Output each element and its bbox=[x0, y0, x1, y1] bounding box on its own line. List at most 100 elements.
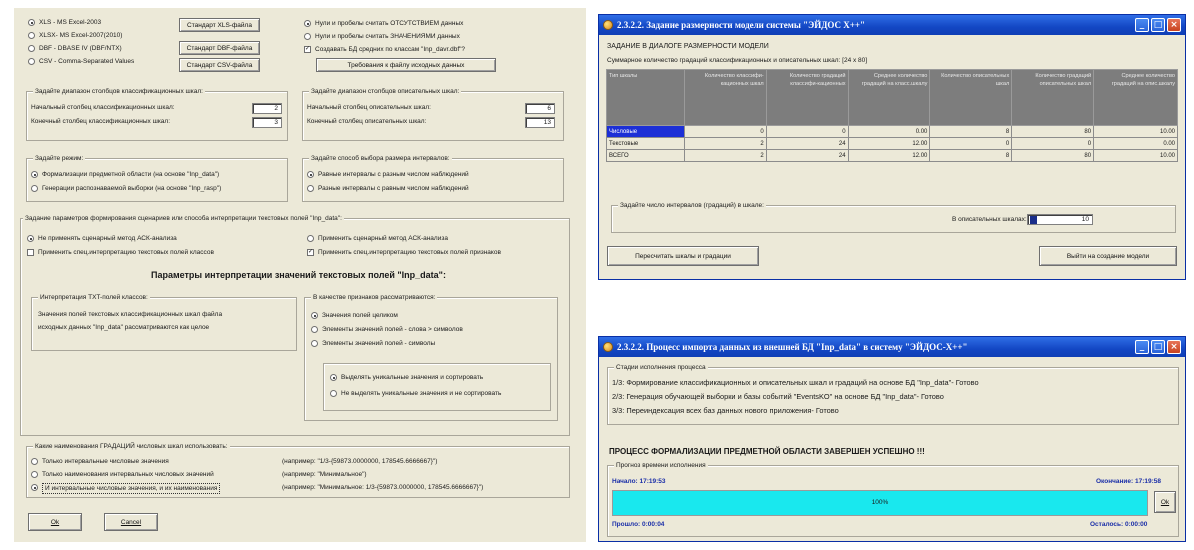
minimize-icon[interactable]: _ bbox=[1135, 18, 1149, 32]
maximize-icon[interactable]: □ bbox=[1151, 340, 1165, 354]
table-cell: 24 bbox=[765, 149, 849, 162]
column-header: Тип шкалы bbox=[606, 69, 685, 126]
format-label: CSV - Comma-Separated Values bbox=[39, 58, 135, 65]
cancel-label: Cancel bbox=[120, 518, 142, 526]
dimension-heading: ЗАДАНИЕ В ДИАЛОГЕ РАЗМЕРНОСТИ МОДЕЛИ bbox=[607, 43, 769, 50]
stage-2: 2/3: Генерация обучающей выборки и базы … bbox=[612, 392, 944, 401]
process-titlebar: 2.3.2.2. Процесс импорта данных из внешн… bbox=[599, 337, 1185, 357]
table-header: Тип шкалы Количество классифи-кационных ш… bbox=[606, 69, 1178, 126]
attr-text-label: Применить спец.интерпретацию текстовых п… bbox=[318, 249, 501, 256]
requirements-button[interactable]: Требования к файлу исходных данных bbox=[316, 58, 496, 72]
cancel-button[interactable]: Cancel bbox=[104, 513, 158, 531]
attr-text-checkbox[interactable]: ✓ bbox=[307, 249, 314, 256]
table-cell: 8 bbox=[929, 149, 1013, 162]
uniq-sort-label: Выделять уникальные значения и сортирова… bbox=[341, 374, 484, 381]
null-values-radio[interactable] bbox=[304, 33, 311, 40]
gradations-group: Какие наименования ГРАДАЦИЙ числовых шка… bbox=[26, 442, 570, 498]
format-label: XLS - MS Excel-2003 bbox=[39, 19, 102, 26]
varied-intervals-radio[interactable] bbox=[307, 185, 314, 192]
mode-group: Задайте режим: Формализации предметной о… bbox=[26, 154, 288, 202]
intervals-input[interactable]: 10 bbox=[1027, 214, 1093, 225]
table-cell: 2 bbox=[683, 149, 767, 162]
gradations-title: Какие наименования ГРАДАЦИЙ числовых шка… bbox=[33, 442, 230, 451]
end-time: Окончание: 17:19:58 bbox=[1096, 478, 1162, 485]
class-start-label: Начальный столбец классификационных шкал… bbox=[31, 104, 175, 111]
equal-intervals-label: Равные интервалы с разным числом наблюде… bbox=[318, 171, 469, 178]
create-db-checkbox[interactable]: ✓ bbox=[304, 46, 311, 53]
table-cell: 0.00 bbox=[1093, 137, 1178, 150]
desc-range-group: Задайте диапазон столбцов описательных ш… bbox=[302, 87, 564, 141]
table-row[interactable]: Числовые 0 0 0.00 8 80 10.00 bbox=[606, 125, 1178, 138]
class-range-group: Задайте диапазон столбцов классификацион… bbox=[26, 87, 288, 141]
gradation-radio[interactable] bbox=[31, 458, 38, 465]
whole-values-label: Значения полей целиком bbox=[322, 312, 398, 319]
done-text: ПРОЦЕСС ФОРМАЛИЗАЦИИ ПРЕДМЕТНОЙ ОБЛАСТИ … bbox=[609, 447, 925, 456]
app-icon bbox=[603, 342, 613, 352]
elapsed-time: Прошло: 0:00:04 bbox=[612, 521, 665, 528]
xls-standard-button[interactable]: Стандарт XLS-файла bbox=[179, 18, 260, 32]
close-icon[interactable]: × bbox=[1167, 18, 1181, 32]
maximize-icon[interactable]: □ bbox=[1151, 18, 1165, 32]
scenario-radio[interactable] bbox=[307, 235, 314, 242]
desc-range-title: Задайте диапазон столбцов описательных ш… bbox=[309, 87, 462, 96]
csv-standard-button[interactable]: Стандарт CSV-файла bbox=[179, 58, 260, 72]
remaining-time: Осталось: 0:00:00 bbox=[1090, 521, 1148, 528]
gradation-radio[interactable] bbox=[31, 471, 38, 478]
interval-title: Задайте способ выбора размера интервалов… bbox=[309, 154, 452, 163]
class-start-input[interactable]: 2 bbox=[252, 103, 282, 114]
format-radio[interactable] bbox=[28, 19, 35, 26]
scenario-group: Задание параметров формирования сценарие… bbox=[20, 214, 570, 436]
table-cell: 80 bbox=[1011, 125, 1095, 138]
stage-1: 1/3: Формирование классификационных и оп… bbox=[612, 378, 979, 387]
gradation-radio[interactable] bbox=[31, 484, 38, 491]
table-cell: 24 bbox=[765, 137, 849, 150]
table-cell: 80 bbox=[1011, 149, 1095, 162]
symbols-radio[interactable] bbox=[311, 340, 318, 347]
close-icon[interactable]: × bbox=[1167, 340, 1181, 354]
dimension-subheading: Суммарное количество градаций классифика… bbox=[607, 57, 868, 64]
intervals-group: Задайте число интервалов (градаций) в шк… bbox=[611, 201, 1176, 233]
whole-values-radio[interactable] bbox=[311, 312, 318, 319]
exit-model-button[interactable]: Выйти на создание модели bbox=[1039, 246, 1177, 266]
forecast-title: Прогноз времени исполнения bbox=[614, 461, 708, 470]
no-scenario-radio[interactable] bbox=[27, 235, 34, 242]
uniq-sort-radio[interactable] bbox=[330, 374, 337, 381]
table-cell: 0 bbox=[1011, 137, 1095, 150]
format-radio[interactable] bbox=[28, 58, 35, 65]
gradation-label: Только интервальные числовые значения bbox=[42, 458, 169, 465]
null-absent-radio[interactable] bbox=[304, 20, 311, 27]
column-header: Количество описательных шкал bbox=[929, 69, 1013, 126]
desc-start-input[interactable]: 6 bbox=[525, 103, 555, 114]
class-end-input[interactable]: 3 bbox=[252, 117, 282, 128]
desc-start-label: Начальный столбец описательных шкал: bbox=[307, 104, 431, 111]
desc-end-label: Конечный столбец описательных шкал: bbox=[307, 118, 427, 125]
dbf-standard-button[interactable]: Стандарт DBF-файла bbox=[179, 41, 260, 55]
process-ok-button[interactable]: Ok bbox=[1154, 491, 1176, 513]
table-row[interactable]: Текстовые 2 24 12.00 0 0 0.00 bbox=[606, 137, 1178, 150]
forecast-group: Прогноз времени исполнения Начало: 17:19… bbox=[607, 461, 1179, 537]
dimension-titlebar: 2.3.2.2. Задание размерности модели сист… bbox=[599, 15, 1185, 35]
txt-class-title: Интерпретация TXT-полей классов: bbox=[38, 293, 150, 302]
table-row[interactable]: ВСЕГО 2 24 12.00 8 80 10.00 bbox=[606, 149, 1178, 162]
mode-formalization-radio[interactable] bbox=[31, 171, 38, 178]
table-cell: 10.00 bbox=[1093, 149, 1178, 162]
stages-group: Стадии исполнения процесса 1/3: Формиров… bbox=[607, 363, 1179, 425]
gradation-label: Только наименования интервальных числовы… bbox=[42, 471, 214, 478]
no-uniq-label: Не выделять уникальные значения и не сор… bbox=[341, 390, 502, 397]
no-uniq-radio[interactable] bbox=[330, 390, 337, 397]
uniq-box: Выделять уникальные значения и сортирова… bbox=[323, 363, 551, 411]
equal-intervals-radio[interactable] bbox=[307, 171, 314, 178]
words-radio[interactable] bbox=[311, 326, 318, 333]
stages-title: Стадии исполнения процесса bbox=[614, 363, 708, 372]
table-cell: 0 bbox=[929, 137, 1013, 150]
desc-end-input[interactable]: 13 bbox=[525, 117, 555, 128]
intervals-spinner[interactable] bbox=[1030, 216, 1037, 224]
format-radio[interactable] bbox=[28, 45, 35, 52]
minimize-icon[interactable]: _ bbox=[1135, 340, 1149, 354]
mode-generation-radio[interactable] bbox=[31, 185, 38, 192]
class-text-checkbox[interactable] bbox=[27, 249, 34, 256]
ok-button[interactable]: Ok bbox=[28, 513, 82, 531]
format-radio[interactable] bbox=[28, 32, 35, 39]
gradation-example: (например: "Минимальное: 1/3-{59873.0000… bbox=[282, 484, 484, 491]
recalc-button[interactable]: Пересчитать шкалы и градации bbox=[607, 246, 759, 266]
